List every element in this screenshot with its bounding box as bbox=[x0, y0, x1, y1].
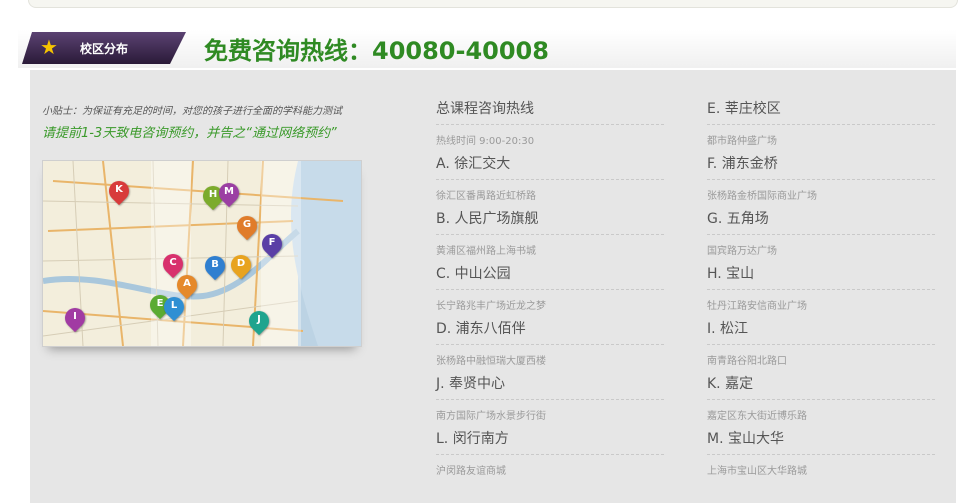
campus-name: F. 浦东金桥 bbox=[707, 156, 778, 172]
campus-map[interactable]: KHMGFCBDAELJI bbox=[42, 160, 362, 347]
campus-entry[interactable]: I. 松江南青路谷阳北路口 bbox=[707, 318, 935, 373]
campus-entry[interactable]: A. 徐汇交大徐汇区番禺路近虹桥路 bbox=[436, 153, 664, 208]
campus-list-left: 总课程咨询热线 热线时间 9:00-20:30 A. 徐汇交大 徐汇区番禺路近虹桥路 B… bbox=[436, 98, 664, 483]
campus-address: 南青路谷阳北路口 bbox=[707, 356, 787, 367]
campus-name: K. 嘉定 bbox=[707, 376, 754, 392]
campus-entry[interactable]: B. 人民广场旗舰黄浦区福州路上海书城 bbox=[436, 208, 664, 263]
campus-entry[interactable]: J. 奉贤中心南方国际广场水景步行街 bbox=[436, 373, 664, 428]
campus-name: E. 莘庄校区 bbox=[707, 101, 781, 117]
campus-name: L. 闵行南方 bbox=[436, 431, 509, 447]
campus-name: A. 徐汇交大 bbox=[436, 156, 511, 172]
campus-name: J. 奉贤中心 bbox=[436, 376, 506, 392]
map-pin-label: G bbox=[242, 219, 252, 230]
star-icon: ★ bbox=[40, 35, 58, 59]
map-pin-label: J bbox=[257, 314, 261, 325]
map-pin-label: B bbox=[211, 259, 219, 270]
campus-address: 张杨路金桥国际商业广场 bbox=[707, 191, 817, 202]
divider bbox=[436, 234, 664, 235]
map-roads bbox=[43, 161, 361, 346]
campus-tab-label: 校区分布 bbox=[80, 42, 129, 56]
top-panel-edge bbox=[28, 0, 958, 8]
map-pin-label: M bbox=[224, 186, 234, 197]
campus-name: C. 中山公园 bbox=[436, 266, 511, 282]
campus-name: H. 宝山 bbox=[707, 266, 755, 282]
map-pin-label: K bbox=[115, 184, 123, 195]
campus-address: 徐汇区番禺路近虹桥路 bbox=[436, 191, 536, 202]
map-pin-label: L bbox=[170, 300, 178, 311]
campus-address: 都市路仲盛广场 bbox=[707, 136, 777, 147]
hotline-title: 免费咨询热线：40080-40008 bbox=[204, 37, 549, 65]
appointment-note: 请提前1-3天致电咨询预约，并告之“通过网络预约” bbox=[42, 126, 337, 141]
divider bbox=[707, 399, 935, 400]
divider bbox=[707, 454, 935, 455]
divider bbox=[707, 234, 935, 235]
campus-entry[interactable]: H. 宝山牡丹江路安信商业广场 bbox=[707, 263, 935, 318]
map-pin-label: D bbox=[236, 258, 246, 269]
divider bbox=[436, 179, 664, 180]
campus-address: 长宁路兆丰广场近龙之梦 bbox=[436, 301, 546, 312]
divider bbox=[707, 344, 935, 345]
divider bbox=[707, 179, 935, 180]
campus-entry[interactable]: C. 中山公园长宁路兆丰广场近龙之梦 bbox=[436, 263, 664, 318]
divider bbox=[436, 289, 664, 290]
campus-entry[interactable]: G. 五角场国宾路万达广场 bbox=[707, 208, 935, 263]
campus-address: 张杨路中融恒瑞大厦西楼 bbox=[436, 356, 546, 367]
campus-address: 沪闵路友谊商城 bbox=[436, 466, 506, 477]
campus-name: I. 松江 bbox=[707, 321, 749, 337]
map-pin-label: C bbox=[169, 257, 177, 268]
divider bbox=[436, 399, 664, 400]
divider bbox=[436, 454, 664, 455]
campus-address: 嘉定区东大街近博乐路 bbox=[707, 411, 807, 422]
campus-name: G. 五角场 bbox=[707, 211, 769, 227]
divider bbox=[707, 124, 935, 125]
tip-text: 小贴士：为保证有充足的时间，对您的孩子进行全面的学科能力测试 bbox=[42, 106, 342, 117]
campus-name: M. 宝山大华 bbox=[707, 431, 784, 447]
campus-tab[interactable]: ★ 校区分布 bbox=[22, 32, 186, 64]
campus-address: 黄浦区福州路上海书城 bbox=[436, 246, 536, 257]
campus-entry[interactable]: L. 闵行南方沪闵路友谊商城 bbox=[436, 428, 664, 483]
campus-name: B. 人民广场旗舰 bbox=[436, 211, 539, 227]
campus-entry[interactable]: M. 宝山大华上海市宝山区大华路城 bbox=[707, 428, 935, 483]
campus-entry[interactable]: 总课程咨询热线热线时间 9:00-20:30 bbox=[436, 98, 664, 153]
map-pin-label: A bbox=[183, 278, 191, 289]
divider bbox=[707, 289, 935, 290]
map-pin-label: F bbox=[268, 237, 276, 248]
divider bbox=[436, 124, 664, 125]
campus-address: 国宾路万达广场 bbox=[707, 246, 777, 257]
campus-name: 总课程咨询热线 bbox=[436, 101, 534, 117]
campus-address: 热线时间 9:00-20:30 bbox=[436, 136, 535, 147]
campus-entry[interactable]: K. 嘉定嘉定区东大街近博乐路 bbox=[707, 373, 935, 428]
campus-address: 南方国际广场水景步行街 bbox=[436, 411, 546, 422]
campus-entry[interactable]: D. 浦东八佰伴张杨路中融恒瑞大厦西楼 bbox=[436, 318, 664, 373]
divider bbox=[436, 344, 664, 345]
map-pin-label: I bbox=[73, 311, 77, 322]
campus-entry[interactable]: F. 浦东金桥张杨路金桥国际商业广场 bbox=[707, 153, 935, 208]
campus-entry[interactable]: E. 莘庄校区都市路仲盛广场 bbox=[707, 98, 935, 153]
campus-address: 牡丹江路安信商业广场 bbox=[707, 301, 807, 312]
campus-address: 上海市宝山区大华路城 bbox=[707, 466, 807, 477]
campus-list-right: E. 莘庄校区 都市路仲盛广场 F. 浦东金桥 张杨路金桥国际商业广场 G. 五角场 国宾… bbox=[707, 98, 935, 483]
campus-name: D. 浦东八佰伴 bbox=[436, 321, 526, 337]
